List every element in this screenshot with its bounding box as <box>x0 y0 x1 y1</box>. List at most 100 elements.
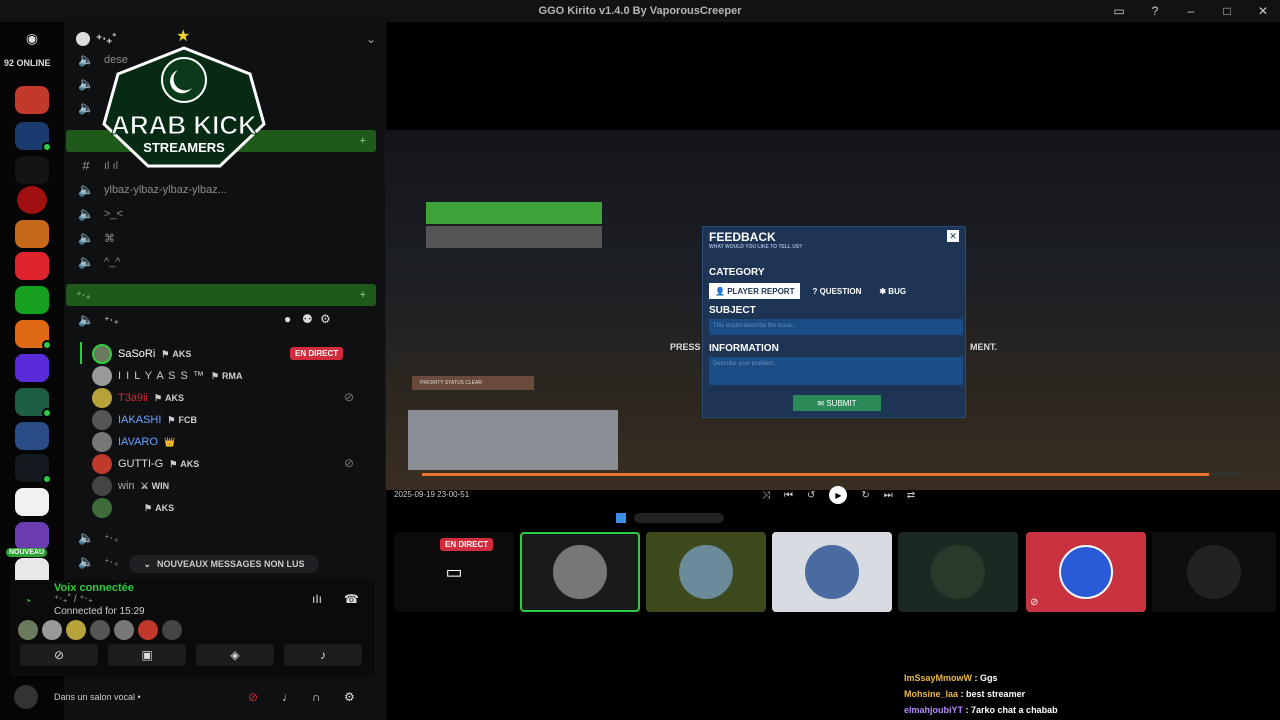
participant-tile[interactable] <box>772 532 892 612</box>
category-header[interactable]: ⁺‧₊ + <box>66 284 376 306</box>
seek-progress <box>422 473 1210 476</box>
add-member-icon[interactable]: ⚉ <box>302 312 313 326</box>
avatar <box>92 388 112 408</box>
server-icon[interactable] <box>15 122 52 152</box>
play-icon[interactable]: ▶ <box>829 486 848 504</box>
server-icon[interactable] <box>15 156 49 184</box>
screen-share-tile[interactable]: EN DIRECT ▭ <box>394 532 514 612</box>
voice-channel[interactable]: 🔈 <box>78 100 94 116</box>
activities-button[interactable]: ◈ <box>196 644 274 666</box>
add-channel-icon[interactable]: + <box>360 135 366 147</box>
shuffle-icon[interactable]: ⤨ <box>762 490 770 501</box>
next-icon[interactable]: ⏭ <box>884 490 893 501</box>
stream-video[interactable]: PRIORITY STATUS CLEAR PRESS MENT. FEEDBA… <box>386 130 1280 490</box>
seek-bar[interactable] <box>422 473 1242 476</box>
server-tag: ⚑ FCB <box>167 414 197 426</box>
category-label: CATEGORY <box>709 267 765 278</box>
participant-tile[interactable] <box>898 532 1018 612</box>
voice-member[interactable]: IAVARO 👑 <box>92 432 175 452</box>
server-icon[interactable] <box>15 422 49 450</box>
server-icon[interactable] <box>15 252 49 280</box>
participant-tile[interactable] <box>646 532 766 612</box>
noise-suppression-icon[interactable]: ıIı <box>312 592 322 606</box>
server-icon[interactable] <box>15 388 52 418</box>
tab-player-report[interactable]: 👤 PLAYER REPORT <box>709 283 801 299</box>
windows-icon[interactable] <box>616 513 626 523</box>
voice-channel-name[interactable]: ⁺‧₊˚ / ⁺‧₊ <box>54 594 93 605</box>
voice-member[interactable]: IAKASHI ⚑ FCB <box>92 410 197 430</box>
server-icon[interactable] <box>15 454 52 484</box>
submit-button[interactable]: ✉ SUBMIT <box>793 395 881 411</box>
avatar <box>66 620 86 640</box>
inbox-icon[interactable]: ▭ <box>1110 2 1128 20</box>
active-voice-channel[interactable]: 🔈 ⁺‧₊ <box>78 312 278 328</box>
chat-icon[interactable]: ● <box>284 312 291 326</box>
screen-share-button[interactable]: ▣ <box>108 644 186 666</box>
server-icon[interactable] <box>17 186 47 214</box>
discord-home-icon[interactable]: ◉ <box>18 28 46 48</box>
avatar <box>92 454 112 474</box>
speaker-icon: 🔈 <box>78 254 95 269</box>
camera-off-button[interactable]: ⊘ <box>20 644 98 666</box>
add-channel-icon[interactable]: + <box>360 289 366 301</box>
help-icon[interactable]: ? <box>1146 2 1164 20</box>
participant-tile[interactable]: ⊘ <box>1026 532 1146 612</box>
tab-bug[interactable]: ✱ BUG <box>873 283 912 299</box>
arab-kick-streamers-logo: ARAB KICK STREAMERS <box>102 46 266 168</box>
user-panel: Dans un salon vocal • ⊘ ♩ ∩ ⚙ <box>14 684 376 710</box>
tab-question[interactable]: ? QUESTION <box>806 283 867 299</box>
disconnect-icon[interactable]: ☎ <box>344 592 359 606</box>
speaker-icon: 🔈 <box>78 530 95 545</box>
information-label: INFORMATION <box>709 343 779 354</box>
stream-off-icon[interactable]: ⊘ <box>248 690 258 704</box>
voice-member[interactable]: I I L Y A S S ™ ⚑ RMA <box>92 366 243 386</box>
avatar[interactable] <box>14 685 38 709</box>
soundboard-button[interactable]: ♪ <box>284 644 362 666</box>
server-icon[interactable] <box>15 488 49 516</box>
forward-icon[interactable]: ↻ <box>861 490 869 501</box>
speaker-icon: 🔈 <box>78 100 95 115</box>
minimize-icon[interactable]: – <box>1182 2 1200 20</box>
microphone-icon[interactable]: ♩ <box>282 690 294 704</box>
voice-channel[interactable]: 🔈 ⁺‧₊ <box>78 554 119 570</box>
participant-tile[interactable] <box>1152 532 1276 612</box>
rewind-icon[interactable]: ↺ <box>807 490 815 501</box>
server-icon[interactable] <box>15 522 49 550</box>
server-icon[interactable] <box>15 320 52 350</box>
close-icon[interactable]: ✕ <box>947 230 959 242</box>
settings-gear-icon[interactable]: ⚙ <box>344 690 355 704</box>
information-field[interactable]: Describe your problem... <box>709 357 963 385</box>
close-icon[interactable]: ✕ <box>1254 2 1272 20</box>
server-icon[interactable] <box>15 354 49 382</box>
server-tag: ⚑ RMA <box>210 370 243 382</box>
previous-icon[interactable]: ⏮ <box>784 490 793 501</box>
voice-channel[interactable]: 🔈 ^_^ <box>78 254 120 270</box>
participant-tiles: EN DIRECT ▭ ⊘ <box>386 532 1280 614</box>
maximize-icon[interactable]: □ <box>1218 2 1236 20</box>
participant-tile[interactable] <box>520 532 640 612</box>
avatar <box>18 620 38 640</box>
voice-member[interactable]: T3a9ii ⚑ AKS <box>92 388 184 408</box>
server-icon[interactable] <box>15 286 49 314</box>
speaker-icon: 🔈 <box>78 52 95 67</box>
nouveau-badge: NOUVEAU <box>6 548 48 557</box>
chat-message: elmahjoubiYT : 7arko chat a chabab <box>904 705 1058 715</box>
voice-channel[interactable]: 🔈 ⌘ <box>78 230 115 246</box>
voice-channel[interactable]: 🔈 ylbaz-ylbaz-ylbaz-ylbaz... <box>78 182 227 198</box>
voice-member[interactable]: ⚑ AKS <box>92 498 174 518</box>
voice-channel[interactable]: 🔈 ⁺‧₊ <box>78 530 119 546</box>
logo-text-main: ARAB KICK <box>111 110 257 140</box>
headphones-icon[interactable]: ∩ <box>312 690 321 704</box>
gear-icon[interactable]: ⚙ <box>320 312 331 326</box>
voice-member[interactable]: GUTTI-G ⚑ AKS <box>92 454 199 474</box>
server-icon[interactable] <box>15 220 49 248</box>
subject-field[interactable]: This would describe the issue... <box>709 319 963 335</box>
taskbar-search[interactable] <box>634 513 724 523</box>
voice-member[interactable]: win ⚔ WIN <box>92 476 169 496</box>
new-messages-banner[interactable]: ⌄ NOUVEAUX MESSAGES NON LUS <box>129 555 319 573</box>
voice-channel[interactable]: 🔈 >_< <box>78 206 123 222</box>
repeat-icon[interactable]: ⇄ <box>907 490 915 501</box>
feedback-subtitle: WHAT WOULD YOU LIKE TO TELL US? <box>709 244 803 250</box>
server-icon[interactable] <box>15 86 49 114</box>
voice-member[interactable]: SaSoRi ⚑ AKS <box>92 344 191 364</box>
